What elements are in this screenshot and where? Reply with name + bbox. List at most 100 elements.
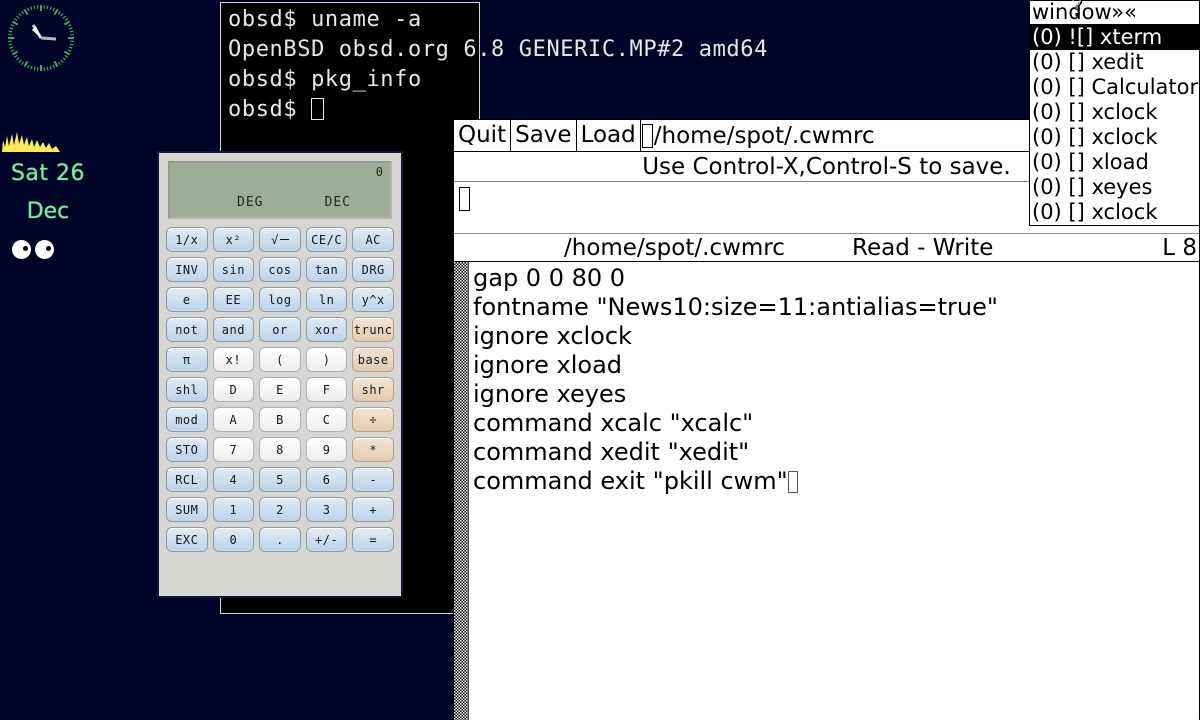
- xcalc-key-x[interactable]: x!: [212, 347, 255, 372]
- xcalc-key-[interactable]: =: [352, 527, 394, 552]
- xcalc-key-D[interactable]: D: [212, 377, 255, 402]
- xcalc-key-3[interactable]: 3: [305, 497, 348, 522]
- xcalc-window[interactable]: 0 DEG DEC 1/x x² √ CE/C AC INV sin cos tan DRG e EE…: [157, 151, 403, 598]
- xcalc-key-[interactable]: √: [259, 227, 301, 252]
- xcalc-key-[interactable]: (: [259, 347, 301, 372]
- cwm-menu-item[interactable]: (0) [] xclock: [1030, 100, 1199, 125]
- cwm-menu-item[interactable]: (0) ![] xterm: [1030, 25, 1199, 50]
- date-display: Sat 26 Dec: [0, 155, 96, 231]
- xcalc-key-C[interactable]: C: [305, 407, 348, 432]
- xcalc-key-not[interactable]: not: [166, 317, 208, 342]
- xcalc-key-cos[interactable]: cos: [259, 257, 301, 282]
- xedit-input-caret: [459, 187, 470, 211]
- xedit-text-area[interactable]: gap 0 0 80 0 fontname "News10:size=11:ant…: [454, 262, 1199, 720]
- xcalc-key-7[interactable]: 7: [212, 437, 255, 462]
- xcalc-key-B[interactable]: B: [259, 407, 301, 432]
- desktop-root: Sat 26 Dec obsd$ uname -a OpenBSD obsd.o…: [0, 0, 1200, 720]
- xcalc-key-STO[interactable]: STO: [166, 437, 208, 462]
- xcalc-key-[interactable]: .: [259, 527, 301, 552]
- xcalc-key-and[interactable]: and: [212, 317, 255, 342]
- xedit-content-line: gap 0 0 80 0: [473, 264, 1199, 293]
- xcalc-key-[interactable]: π: [166, 347, 208, 372]
- xcalc-key-4[interactable]: 4: [212, 467, 255, 492]
- xcalc-key-tan[interactable]: tan: [305, 257, 348, 282]
- xclock-window[interactable]: [5, 2, 77, 74]
- cwm-menu-item[interactable]: (0) [] xclock: [1030, 125, 1199, 150]
- xcalc-key-log[interactable]: log: [259, 287, 301, 312]
- xcalc-key-label: 3: [322, 502, 331, 517]
- cwm-menu-item[interactable]: (0) [] xedit: [1030, 50, 1199, 75]
- xcalc-key-label: cos: [268, 262, 292, 277]
- xcalc-key-[interactable]: +: [352, 497, 394, 522]
- xcalc-key-DRG[interactable]: DRG: [352, 257, 394, 282]
- xcalc-key-shr[interactable]: shr: [352, 377, 394, 402]
- cwm-menu-item[interactable]: (0) [] Calculator: [1030, 75, 1199, 100]
- xcalc-key-ln[interactable]: ln: [305, 287, 348, 312]
- xcalc-key-base[interactable]: base: [352, 347, 394, 372]
- xcalc-key-AC[interactable]: AC: [352, 227, 394, 252]
- xcalc-key-mod[interactable]: mod: [166, 407, 208, 432]
- xcalc-key-SUM[interactable]: SUM: [166, 497, 208, 522]
- xcalc-key-shl[interactable]: shl: [166, 377, 208, 402]
- xcalc-key-9[interactable]: 9: [305, 437, 348, 462]
- xeyes-left-eye: [12, 240, 31, 259]
- xcalc-key-EE[interactable]: EE: [212, 287, 255, 312]
- xedit-load-button[interactable]: Load: [576, 120, 641, 151]
- xedit-line-text: command xcalc "xcalc": [473, 409, 754, 437]
- xcalc-key-label: *: [369, 442, 378, 457]
- xedit-quit-button[interactable]: Quit: [454, 120, 512, 151]
- xcalc-key-sin[interactable]: sin: [212, 257, 255, 282]
- xcalc-key-[interactable]: -: [352, 467, 394, 492]
- xcalc-key-e[interactable]: e: [166, 287, 208, 312]
- xcalc-key-EXC[interactable]: EXC: [166, 527, 208, 552]
- xcalc-key-label: mod: [175, 412, 199, 427]
- xcalc-key-label: sin: [221, 262, 245, 277]
- xedit-status-bar: /home/spot/.cwmrc Read - Write L 8: [454, 234, 1199, 262]
- cwm-menu-item[interactable]: (0) [] xclock: [1030, 200, 1199, 225]
- cwm-menu-item[interactable]: (0) [] xload: [1030, 150, 1199, 175]
- xcalc-key-xor[interactable]: xor: [305, 317, 348, 342]
- xload-window[interactable]: [0, 130, 60, 152]
- xcalc-key-or[interactable]: or: [259, 317, 301, 342]
- xedit-scrollbar[interactable]: [454, 262, 469, 720]
- xeyes-right-eye: [35, 240, 54, 259]
- xcalc-key-label: STO: [175, 442, 199, 457]
- cwm-window-menu[interactable]: window»« (0) ![] xterm (0) [] xedit (0) []…: [1029, 0, 1200, 226]
- xcalc-key-label: C: [322, 412, 331, 427]
- xcalc-key-trunc[interactable]: trunc: [352, 317, 394, 342]
- xcalc-key-label: x!: [225, 352, 242, 367]
- xedit-save-button[interactable]: Save: [511, 120, 577, 151]
- xcalc-key-INV[interactable]: INV: [166, 257, 208, 282]
- xcalc-key-1[interactable]: 1: [212, 497, 255, 522]
- xcalc-key-2[interactable]: 2: [259, 497, 301, 522]
- xcalc-key-A[interactable]: A: [212, 407, 255, 432]
- xcalc-key-8[interactable]: 8: [259, 437, 301, 462]
- xcalc-key-label: EE: [225, 292, 242, 307]
- xcalc-key-[interactable]: ): [305, 347, 348, 372]
- xcalc-key-CEC[interactable]: CE/C: [305, 227, 348, 252]
- xedit-status-mode: Read - Write: [852, 234, 994, 261]
- xcalc-key-[interactable]: *: [352, 437, 394, 462]
- xcalc-angle-mode: DEG: [237, 195, 264, 210]
- xcalc-key-yx[interactable]: y^x: [352, 287, 394, 312]
- xcalc-key-F[interactable]: F: [305, 377, 348, 402]
- xcalc-key-label: 1/x: [175, 232, 199, 247]
- xcalc-key-[interactable]: ÷: [352, 407, 394, 432]
- xcalc-key-RCL[interactable]: RCL: [166, 467, 208, 492]
- xcalc-base-mode: DEC: [324, 195, 351, 210]
- xcalc-key-label: shr: [361, 382, 385, 397]
- xcalc-key-0[interactable]: 0: [212, 527, 255, 552]
- xcalc-key-label: 9: [322, 442, 331, 457]
- xcalc-key-5[interactable]: 5: [259, 467, 301, 492]
- xcalc-key-x[interactable]: x²: [212, 227, 255, 252]
- xcalc-key-E[interactable]: E: [259, 377, 301, 402]
- xcalc-key-1x[interactable]: 1/x: [166, 227, 208, 252]
- xcalc-key-label: 6: [322, 472, 331, 487]
- xcalc-key-6[interactable]: 6: [305, 467, 348, 492]
- xedit-line-text: gap 0 0 80 0: [473, 264, 626, 292]
- cwm-menu-item[interactable]: (0) [] xeyes: [1030, 175, 1199, 200]
- xeyes-window[interactable]: [10, 240, 60, 264]
- xcalc-key-[interactable]: +/-: [305, 527, 348, 552]
- date-line-2: Dec: [26, 199, 70, 224]
- xeyes-right-pupil: [46, 246, 51, 251]
